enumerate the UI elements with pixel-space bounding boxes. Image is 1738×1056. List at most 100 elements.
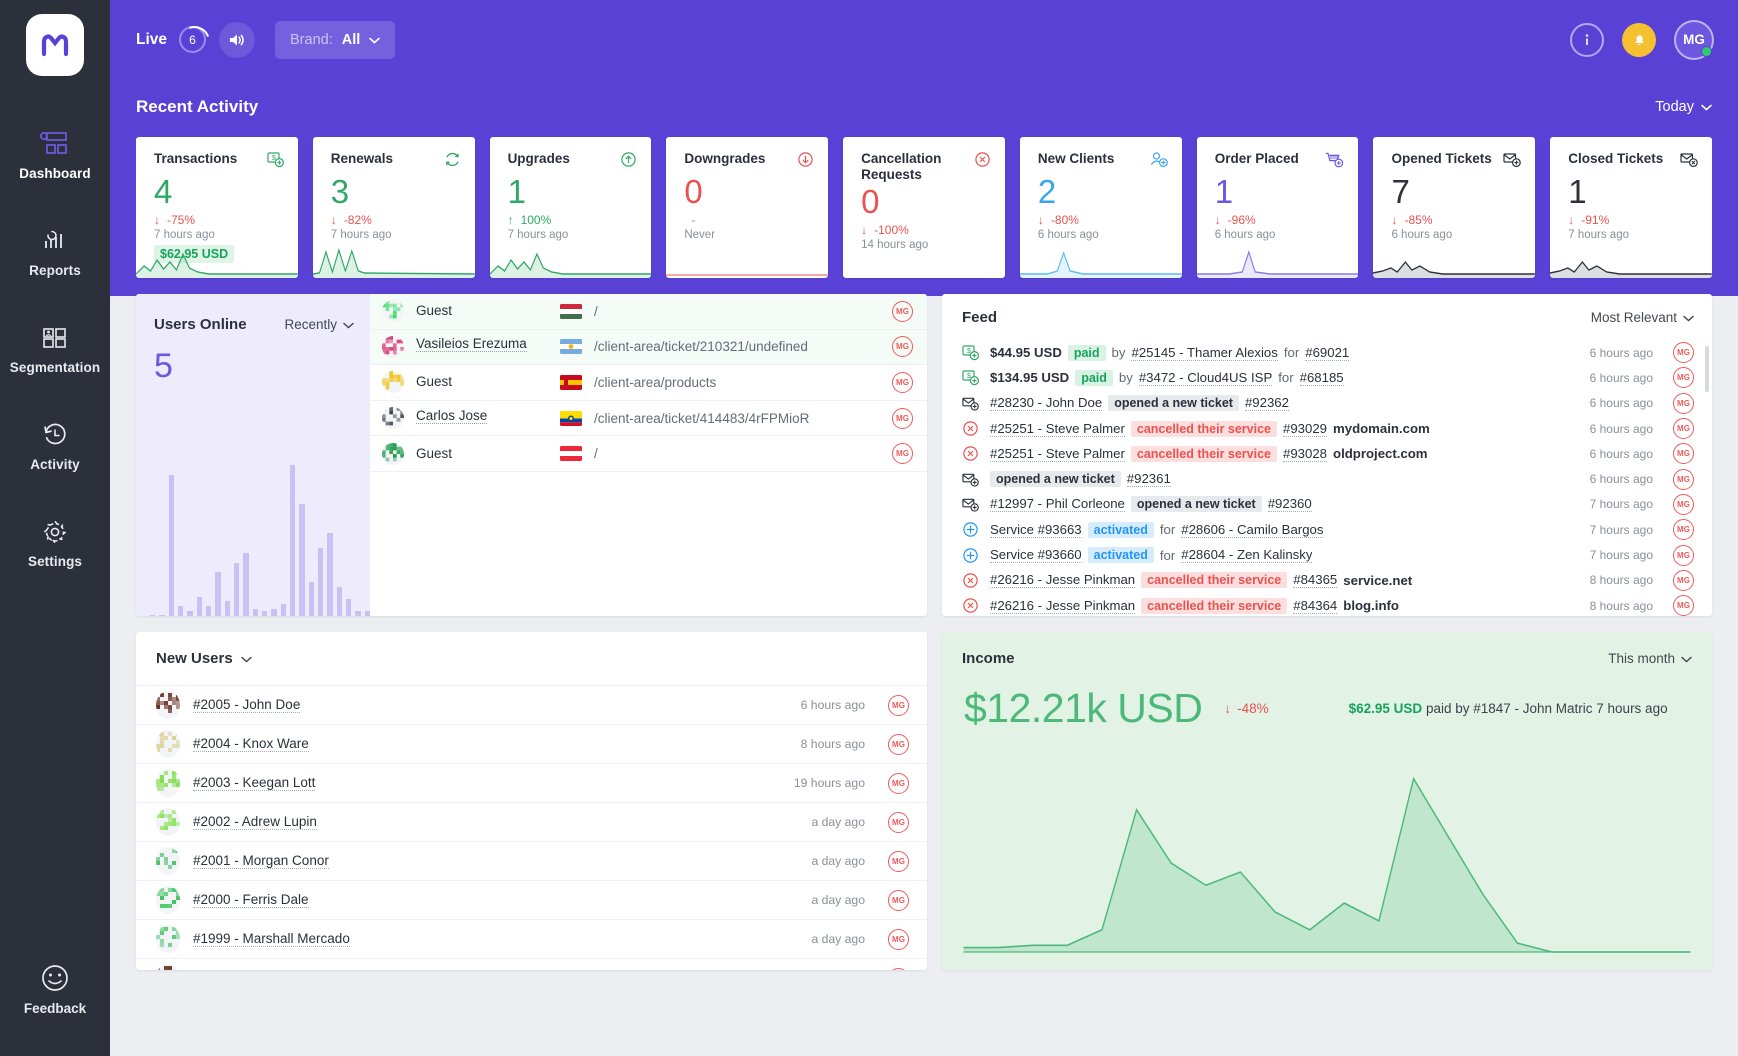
chevron-down-icon[interactable] [241, 650, 252, 667]
brand-filter-dropdown[interactable]: Brand: All [275, 21, 395, 59]
new-user-row[interactable]: #1999 - Marshall Mercado a day ago MG [136, 919, 927, 958]
stat-card[interactable]: Renewals 3 ↓ -82% 7 hours ago [313, 137, 475, 278]
new-user-row[interactable]: #1998 - Kelly Holcomb a day ago MG [136, 958, 927, 970]
feed-text-part: oldproject.com [1333, 446, 1428, 461]
info-icon[interactable] [1570, 23, 1604, 57]
user-name-cell: Vasileios Erezuma [416, 336, 548, 357]
feed-text: opened a new ticket#92361 [990, 471, 1171, 487]
feed-row[interactable]: $ $44.95 USDpaidby#25145 - Thamer Alexio… [942, 340, 1712, 365]
activity-clock-icon [41, 420, 69, 450]
user-online-row[interactable]: Guest / MG [370, 436, 927, 472]
stat-card-delta-value: -85% [1404, 213, 1432, 227]
feed-row[interactable]: $ $134.95 USDpaidby#3472 - Cloud4US ISPf… [942, 365, 1712, 390]
speaker-icon[interactable] [219, 22, 255, 58]
reports-chart-icon [40, 226, 70, 256]
new-user-name[interactable]: #2003 - Keegan Lott [193, 775, 315, 791]
stat-card-time: 7 hours ago [154, 229, 284, 241]
user-avatar[interactable]: MG [1674, 20, 1714, 60]
new-user-name[interactable]: #2004 - Knox Ware [193, 736, 309, 752]
user-name[interactable]: Vasileios Erezuma [416, 336, 527, 352]
feed-row[interactable]: #26216 - Jesse Pinkmancancelled their se… [942, 593, 1712, 616]
agent-avatar: MG [888, 851, 909, 872]
user-url: /client-area/ticket/414483/4rFPMioR [594, 411, 809, 426]
income-period-dropdown[interactable]: This month [1608, 651, 1692, 666]
user-online-row[interactable]: Guest / MG [370, 294, 927, 330]
bell-icon[interactable] [1622, 23, 1656, 57]
sidebar-item-segmentation[interactable]: Segmentation [0, 310, 110, 388]
avatar [156, 769, 180, 797]
bar [271, 609, 276, 616]
agent-avatar: MG [1673, 494, 1694, 515]
avatar [156, 730, 180, 758]
feed-row[interactable]: #25251 - Steve Palmercancelled their ser… [942, 416, 1712, 441]
users-online-bar-chart [150, 438, 370, 616]
feed-scrollbar[interactable] [1705, 346, 1709, 392]
sidebar-item-dashboard[interactable]: Dashboard [0, 116, 110, 194]
sidebar-item-settings[interactable]: Settings [0, 504, 110, 582]
stat-card-delta-value: 100% [521, 213, 552, 227]
stat-card-delta: ↓ -75% [154, 213, 284, 227]
new-user-name[interactable]: #2000 - Ferris Dale [193, 892, 309, 908]
new-users-title: New Users [156, 650, 252, 667]
sidebar-item-activity[interactable]: Activity [0, 407, 110, 485]
sidebar-item-reports[interactable]: Reports [0, 213, 110, 291]
arrow-down-icon: ↓ [1224, 701, 1231, 716]
feed-row[interactable]: Service #93663activatedfor#28606 - Camil… [942, 517, 1712, 542]
stat-card[interactable]: Downgrades 0 - Never [666, 137, 828, 278]
new-user-name[interactable]: #2002 - Adrew Lupin [193, 814, 317, 830]
new-users-panel: New Users #2005 - John Doe 6 hours ago M… [136, 632, 927, 970]
user-url: / [594, 304, 598, 319]
feed-row[interactable]: #26216 - Jesse Pinkmancancelled their se… [942, 568, 1712, 593]
user-online-row[interactable]: Vasileios Erezuma /client-area/ticket/21… [370, 330, 927, 366]
feed-row[interactable]: Service #93660activatedfor#28604 - Zen K… [942, 542, 1712, 567]
new-user-row[interactable]: #2001 - Morgan Conor a day ago MG [136, 841, 927, 880]
stat-card-value: 1 [1568, 174, 1698, 210]
new-users-list: #2005 - John Doe 6 hours ago MG #2004 - … [136, 685, 927, 970]
stat-card[interactable]: Transactions $ 4 ↓ -75% 7 hours ago $62.… [136, 137, 298, 278]
app-logo[interactable] [26, 14, 84, 76]
stat-card[interactable]: Closed Tickets 1 ↓ -91% 7 hours ago [1550, 137, 1712, 278]
new-user-name[interactable]: #2005 - John Doe [193, 697, 300, 713]
new-user-name[interactable]: #2001 - Morgan Conor [193, 853, 329, 869]
income-delta: ↓ -48% [1224, 701, 1268, 716]
user-online-row[interactable]: Carlos Jose /client-area/ticket/414483/4… [370, 401, 927, 437]
stat-card[interactable]: Opened Tickets 7 ↓ -85% 6 hours ago [1373, 137, 1535, 278]
avatar [156, 691, 180, 719]
gear-icon [41, 517, 69, 547]
bar [225, 601, 230, 616]
flag-icon-argentina [560, 339, 582, 354]
period-dropdown[interactable]: Today [1655, 99, 1712, 115]
agent-avatar: MG [888, 812, 909, 833]
bar [355, 611, 360, 616]
feed-text-part: #84365 [1293, 572, 1337, 588]
new-user-row[interactable]: #2005 - John Doe 6 hours ago MG [136, 685, 927, 724]
new-user-row[interactable]: #2004 - Knox Ware 8 hours ago MG [136, 724, 927, 763]
stat-card[interactable]: Upgrades 1 ↑ 100% 7 hours ago [490, 137, 652, 278]
new-user-name[interactable]: #1999 - Marshall Mercado [193, 931, 350, 947]
new-user-row[interactable]: #2002 - Adrew Lupin a day ago MG [136, 802, 927, 841]
stat-card[interactable]: Order Placed 1 ↓ -96% 6 hours ago [1197, 137, 1359, 278]
sidebar-item-feedback[interactable]: Feedback [0, 963, 110, 1016]
stat-card[interactable]: Cancellation Requests 0 ↓ -100% 14 hours… [843, 137, 1005, 278]
feed-text-part: #12997 - Phil Corleone [990, 496, 1125, 512]
feed-row[interactable]: #12997 - Phil Corleoneopened a new ticke… [942, 492, 1712, 517]
bar [309, 582, 314, 616]
stat-card-time: 6 hours ago [1391, 229, 1521, 241]
users-online-filter-dropdown[interactable]: Recently [284, 317, 354, 332]
feed-row[interactable]: opened a new ticket#92361 6 hours ago MG [942, 466, 1712, 491]
new-user-row[interactable]: #2003 - Keegan Lott 19 hours ago MG [136, 763, 927, 802]
feed-sort-dropdown[interactable]: Most Relevant [1591, 310, 1694, 325]
feed-row[interactable]: #25251 - Steve Palmercancelled their ser… [942, 441, 1712, 466]
user-name[interactable]: Carlos Jose [416, 408, 487, 424]
feed-text-part: #93028 [1283, 446, 1327, 462]
stat-card-title: Closed Tickets [1568, 151, 1663, 167]
stat-card[interactable]: New Clients 2 ↓ -80% 6 hours ago [1020, 137, 1182, 278]
new-user-row[interactable]: #2000 - Ferris Dale a day ago MG [136, 880, 927, 919]
stat-card-sparkline [843, 244, 1005, 278]
feed-row[interactable]: #28230 - John Doeopened a new ticket#923… [942, 391, 1712, 416]
stat-card-value: 1 [1215, 174, 1345, 210]
bar [346, 599, 351, 616]
agent-avatar: MG [1673, 570, 1694, 591]
user-name-cell: Carlos Jose [416, 408, 548, 429]
user-online-row[interactable]: Guest /client-area/products MG [370, 365, 927, 401]
